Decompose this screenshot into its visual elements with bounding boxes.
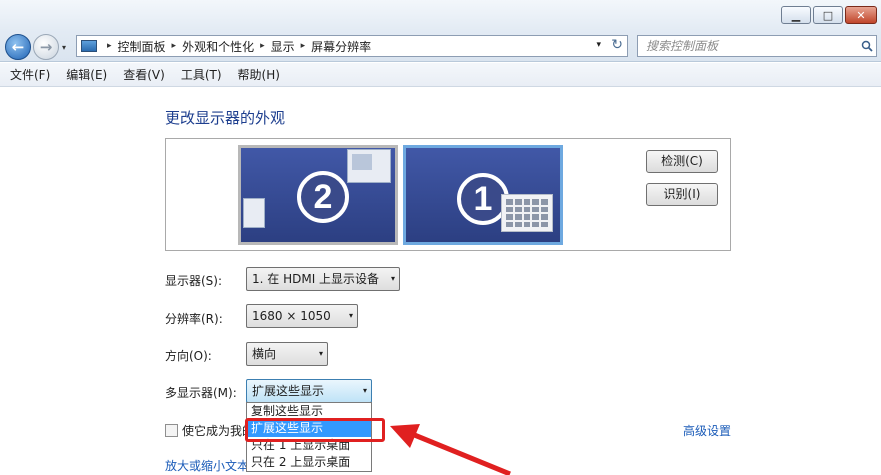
highlight-box <box>245 418 385 442</box>
dropdown-option[interactable]: 只在 2 上显示桌面 <box>247 454 371 471</box>
document-thumbnail-icon <box>243 198 265 228</box>
window-thumbnail-icon <box>347 149 391 183</box>
chevron-down-icon: ▾ <box>390 274 395 283</box>
chevron-down-icon: ▾ <box>348 311 353 320</box>
breadcrumb-item[interactable]: 外观和个性化 <box>182 38 254 55</box>
multi-display-select[interactable]: 扩展这些显示 ▾ <box>246 379 372 403</box>
maximize-icon: □ <box>822 8 834 22</box>
advanced-settings-link[interactable]: 高级设置 <box>683 422 731 439</box>
make-main-display-row[interactable]: 使它成为我的 <box>165 422 254 439</box>
address-bar[interactable]: ▸ 控制面板 ▸ 外观和个性化 ▸ 显示 ▸ 屏幕分辨率 ▾ ↻ <box>76 35 628 57</box>
make-main-display-label: 使它成为我的 <box>182 424 255 438</box>
breadcrumb-item[interactable]: 显示 <box>271 38 295 55</box>
refresh-icon[interactable]: ↻ <box>611 37 623 53</box>
zoom-text-link[interactable]: 放大或缩小文本 <box>165 457 249 474</box>
resolution-select[interactable]: 1680 × 1050 ▾ <box>246 304 358 328</box>
menu-item[interactable]: 文件(F) <box>10 66 50 83</box>
detect-button[interactable]: 检测(C) <box>646 150 718 173</box>
close-icon: ✕ <box>856 8 866 22</box>
forward-button[interactable]: → <box>33 34 59 60</box>
annotation-arrow-icon <box>390 424 511 475</box>
recent-pages-dropdown[interactable]: ▾ <box>62 43 66 52</box>
breadcrumb-separator-icon[interactable]: ▸ <box>172 41 177 51</box>
resolution-select-value: 1680 × 1050 <box>252 309 331 323</box>
orientation-label: 方向(O): <box>165 349 212 363</box>
monitor-1[interactable]: 1 <box>403 145 563 245</box>
chevron-down-icon: ▾ <box>318 349 323 358</box>
search-icon[interactable] <box>861 40 873 52</box>
resolution-label: 分辨率(R): <box>165 312 223 326</box>
window-controls: ▁ □ ✕ <box>781 6 877 24</box>
menu-item[interactable]: 帮助(H) <box>238 66 280 83</box>
maximize-button[interactable]: □ <box>813 6 843 24</box>
search-input[interactable]: 搜索控制面板 <box>637 35 877 57</box>
display-select-value: 1. 在 HDMI 上显示设备 <box>252 272 380 286</box>
display-label: 显示器(S): <box>165 274 223 288</box>
menu-item[interactable]: 编辑(E) <box>66 66 107 83</box>
breadcrumb-item[interactable]: 屏幕分辨率 <box>311 38 371 55</box>
monitor-2[interactable]: 2 <box>238 145 398 245</box>
display-select[interactable]: 1. 在 HDMI 上显示设备 ▾ <box>246 267 400 291</box>
control-panel-icon <box>81 40 97 52</box>
back-button[interactable]: ← <box>5 34 31 60</box>
breadcrumb-item[interactable]: 控制面板 <box>118 38 166 55</box>
menu-bar: 文件(F) 编辑(E) 查看(V) 工具(T) 帮助(H) <box>0 63 881 87</box>
identify-button[interactable]: 识别(I) <box>646 183 718 206</box>
address-dropdown-icon[interactable]: ▾ <box>596 40 601 50</box>
monitor-number-badge: 2 <box>297 171 349 223</box>
minimize-button[interactable]: ▁ <box>781 6 811 24</box>
page-title: 更改显示器的外观 <box>165 109 286 127</box>
navigation-bar: ← → ▾ ▸ 控制面板 ▸ 外观和个性化 ▸ 显示 ▸ 屏幕分辨率 ▾ ↻ 搜索控制面板 <box>0 30 881 62</box>
minimize-icon: ▁ <box>791 8 801 22</box>
breadcrumb-separator-icon[interactable]: ▸ <box>107 41 112 51</box>
menu-item[interactable]: 工具(T) <box>181 66 222 83</box>
back-arrow-icon: ← <box>11 38 25 56</box>
make-main-display-checkbox[interactable] <box>165 424 178 437</box>
forward-arrow-icon: → <box>39 38 53 56</box>
title-bar: ▁ □ ✕ <box>0 0 881 30</box>
orientation-select[interactable]: 横向 ▾ <box>246 342 328 366</box>
close-button[interactable]: ✕ <box>845 6 877 24</box>
chevron-down-icon: ▾ <box>362 386 367 395</box>
menu-item[interactable]: 查看(V) <box>123 66 165 83</box>
breadcrumb-separator-icon[interactable]: ▸ <box>260 41 265 51</box>
breadcrumb-separator-icon[interactable]: ▸ <box>301 41 306 51</box>
multi-display-select-value: 扩展这些显示 <box>252 384 325 398</box>
start-menu-thumbnail-icon <box>501 194 553 232</box>
multi-display-label: 多显示器(M): <box>165 386 237 400</box>
orientation-select-value: 横向 <box>252 347 277 361</box>
breadcrumb: ▸ 控制面板 ▸ 外观和个性化 ▸ 显示 ▸ 屏幕分辨率 <box>101 38 371 55</box>
